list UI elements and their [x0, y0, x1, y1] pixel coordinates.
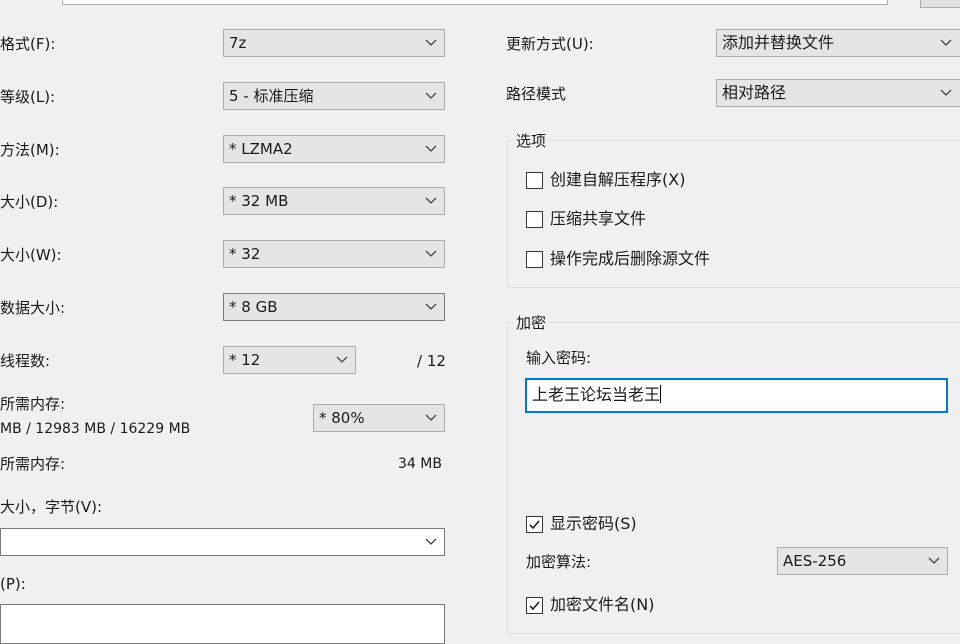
threads-label: 线程数:	[0, 352, 51, 370]
chevron-down-icon	[424, 529, 438, 555]
level-label: 等级(L):	[0, 88, 56, 106]
delete-after-checkbox[interactable]	[526, 251, 543, 268]
update-mode-label: 更新方式(U):	[506, 35, 594, 53]
threads-max: / 12	[417, 352, 446, 370]
mem-decompress-value: 34 MB	[398, 456, 442, 472]
chevron-down-icon	[424, 30, 438, 56]
delete-after-label[interactable]: 操作完成后删除源文件	[550, 249, 710, 269]
sfx-label[interactable]: 创建自解压程序(X)	[550, 170, 685, 190]
mem-usage-value: * 80%	[319, 409, 365, 427]
mem-compress-label: 所需内存:	[0, 395, 66, 413]
chevron-down-icon	[424, 294, 438, 320]
params-label: (P):	[0, 575, 26, 593]
password-value: 上老王论坛当老王	[532, 385, 662, 404]
encrypt-names-checkbox[interactable]	[526, 597, 543, 614]
options-group-title: 选项	[513, 131, 550, 151]
path-mode-value: 相对路径	[722, 83, 787, 102]
threads-combo[interactable]: * 12	[223, 346, 356, 374]
word-size-value: * 32	[229, 245, 261, 263]
split-volume-label: 大小，字节(V):	[0, 498, 103, 516]
solid-size-combo[interactable]: * 8 GB	[223, 293, 445, 321]
encryption-group	[507, 322, 960, 634]
method-combo[interactable]: * LZMA2	[223, 135, 445, 163]
chevron-down-icon	[424, 241, 438, 267]
encrypt-names-label[interactable]: 加密文件名(N)	[550, 595, 654, 615]
dict-size-combo[interactable]: * 32 MB	[223, 187, 445, 215]
format-label: 格式(F):	[0, 35, 56, 53]
show-password-label[interactable]: 显示密码(S)	[550, 514, 637, 534]
chevron-down-icon	[927, 548, 941, 574]
show-password-checkbox[interactable]	[526, 516, 543, 533]
method-label: 方法(M):	[0, 141, 60, 159]
level-combo[interactable]: 5 - 标准压缩	[223, 82, 445, 110]
split-volume-combo[interactable]	[0, 528, 445, 556]
threads-value: * 12	[229, 351, 261, 369]
checkmark-icon	[529, 520, 540, 530]
shared-files-checkbox[interactable]	[526, 211, 543, 228]
chevron-down-icon	[424, 136, 438, 162]
mem-decompress-label: 所需内存:	[0, 455, 66, 473]
mem-usage-combo[interactable]: * 80%	[313, 404, 445, 432]
chevron-down-icon	[424, 405, 438, 431]
format-combo[interactable]: 7z	[223, 29, 445, 57]
level-value: 5 - 标准压缩	[229, 87, 314, 105]
chevron-down-icon	[424, 83, 438, 109]
encryption-group-title: 加密	[513, 313, 550, 333]
path-mode-label: 路径模式	[506, 85, 567, 103]
mem-compress-detail: MB / 12983 MB / 16229 MB	[0, 421, 191, 437]
archive-path-field[interactable]	[62, 0, 888, 5]
chevron-down-icon	[335, 347, 349, 373]
method-value: * LZMA2	[229, 140, 293, 158]
format-value: 7z	[229, 34, 247, 52]
chevron-down-icon	[939, 80, 953, 106]
dict-size-label: 大小(D):	[0, 193, 59, 211]
shared-files-label[interactable]: 压缩共享文件	[550, 209, 646, 229]
encryption-method-combo[interactable]: AES-256	[777, 547, 948, 575]
text-caret	[660, 385, 662, 403]
dict-size-value: * 32 MB	[229, 192, 289, 210]
chevron-down-icon	[939, 30, 953, 56]
chevron-down-icon	[424, 188, 438, 214]
password-label: 输入密码:	[526, 349, 592, 367]
update-mode-combo[interactable]: 添加并替换文件	[716, 29, 960, 57]
solid-size-value: * 8 GB	[229, 298, 278, 316]
encryption-method-label: 加密算法:	[526, 553, 592, 571]
path-mode-combo[interactable]: 相对路径	[716, 79, 960, 107]
browse-button[interactable]	[920, 0, 960, 8]
word-size-label: 大小(W):	[0, 246, 62, 264]
params-input[interactable]	[0, 604, 445, 644]
solid-size-label: 数据大小:	[0, 299, 66, 317]
word-size-combo[interactable]: * 32	[223, 240, 445, 268]
checkmark-icon	[529, 601, 540, 611]
encryption-method-value: AES-256	[783, 552, 847, 570]
sfx-checkbox[interactable]	[526, 172, 543, 189]
update-mode-value: 添加并替换文件	[722, 33, 835, 52]
password-input[interactable]: 上老王论坛当老王	[525, 378, 948, 413]
